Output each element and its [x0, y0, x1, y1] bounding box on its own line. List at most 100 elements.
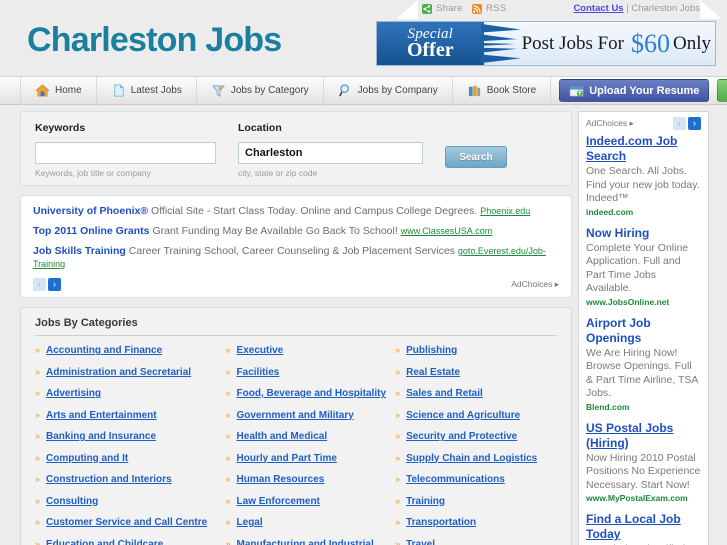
sidebar-ad[interactable]: Find a Local Job Today Search the Classi…: [586, 512, 701, 545]
category-link[interactable]: Education and Childcare: [46, 538, 163, 545]
sidebar-next-button[interactable]: ›: [688, 117, 701, 130]
category-item[interactable]: » Real Estate: [395, 366, 557, 379]
upload-resume-button[interactable]: Upload Your Resume: [559, 79, 710, 102]
category-item[interactable]: » Hourly and Part Time: [226, 452, 396, 465]
sidebar-ad[interactable]: Now Hiring Complete Your Online Applicat…: [586, 226, 701, 307]
category-item[interactable]: » Administration and Secretarial: [35, 366, 226, 379]
sidebar-ad-url[interactable]: www.JobsOnline.net: [586, 297, 701, 307]
category-link[interactable]: Computing and It: [46, 452, 128, 465]
category-item[interactable]: » Manufacturing and Industrial: [226, 538, 396, 545]
ad-title[interactable]: Job Skills Training: [33, 245, 126, 257]
sidebar-ad-title[interactable]: Now Hiring: [586, 226, 701, 241]
category-item[interactable]: » Human Resources: [226, 473, 396, 486]
category-item[interactable]: » Transportation: [395, 516, 557, 529]
location-input[interactable]: [238, 142, 423, 164]
nav-item-jobs-by-company[interactable]: Jobs by Company: [324, 76, 453, 105]
text-ad-row[interactable]: University of Phoenix® Official Site - S…: [33, 205, 559, 218]
category-link[interactable]: Telecommunications: [406, 473, 505, 486]
category-link[interactable]: Publishing: [406, 344, 457, 357]
sidebar-ad-url[interactable]: indeed.com: [586, 207, 701, 217]
employers-post-jobs-button[interactable]: Employers Post Jobs: [717, 79, 727, 102]
category-link[interactable]: Health and Medical: [237, 430, 328, 443]
category-link[interactable]: Travel: [406, 538, 435, 545]
category-item[interactable]: » Health and Medical: [226, 430, 396, 443]
category-link[interactable]: Accounting and Finance: [46, 344, 162, 357]
category-link[interactable]: Supply Chain and Logistics: [406, 452, 537, 465]
ad-title[interactable]: Top 2011 Online Grants: [33, 225, 150, 237]
nav-item-home[interactable]: Home: [20, 76, 97, 105]
sidebar-ad[interactable]: Indeed.com Job Search One Search. All Jo…: [586, 134, 701, 217]
sidebar-ad-title[interactable]: Find a Local Job Today: [586, 512, 701, 542]
nav-item-latest-jobs[interactable]: Latest Jobs: [97, 76, 197, 105]
category-item[interactable]: » Security and Protective: [395, 430, 557, 443]
category-item[interactable]: » Advertising: [35, 387, 226, 400]
category-link[interactable]: Law Enforcement: [237, 495, 320, 508]
category-link[interactable]: Advertising: [46, 387, 101, 400]
category-link[interactable]: Food, Beverage and Hospitality: [237, 387, 386, 400]
category-item[interactable]: » Consulting: [35, 495, 226, 508]
sidebar-ad-url[interactable]: www.MyPostalExam.com: [586, 493, 701, 503]
category-link[interactable]: Human Resources: [237, 473, 325, 486]
category-item[interactable]: » Education and Childcare: [35, 538, 226, 545]
category-link[interactable]: Science and Agriculture: [406, 409, 520, 422]
special-offer-banner[interactable]: Special Offer Post Jobs For $60 Only: [376, 21, 716, 66]
ads-prev-button[interactable]: ‹: [33, 278, 46, 291]
rss-button[interactable]: RSS: [472, 3, 506, 14]
category-link[interactable]: Customer Service and Call Centre: [46, 516, 207, 529]
category-item[interactable]: » Computing and It: [35, 452, 226, 465]
category-item[interactable]: » Government and Military: [226, 409, 396, 422]
category-link[interactable]: Security and Protective: [406, 430, 517, 443]
category-link[interactable]: Facilities: [237, 366, 280, 379]
contact-us-link[interactable]: Contact Us: [573, 3, 623, 14]
text-ad-row[interactable]: Top 2011 Online Grants Grant Funding May…: [33, 225, 559, 238]
sidebar-ad-title[interactable]: Airport Job Openings: [586, 316, 701, 346]
category-link[interactable]: Hourly and Part Time: [237, 452, 337, 465]
category-item[interactable]: » Science and Agriculture: [395, 409, 557, 422]
ads-next-button[interactable]: ›: [48, 278, 61, 291]
category-link[interactable]: Government and Military: [237, 409, 354, 422]
category-link[interactable]: Consulting: [46, 495, 98, 508]
category-item[interactable]: » Supply Chain and Logistics: [395, 452, 557, 465]
sidebar-ad[interactable]: US Postal Jobs (Hiring) Now Hiring 2010 …: [586, 421, 701, 504]
category-item[interactable]: » Training: [395, 495, 557, 508]
category-item[interactable]: » Law Enforcement: [226, 495, 396, 508]
site-logo[interactable]: Charleston Jobs: [27, 21, 282, 60]
category-link[interactable]: Manufacturing and Industrial: [237, 538, 374, 545]
category-item[interactable]: » Travel: [395, 538, 557, 545]
sidebar-adchoices-link[interactable]: AdChoices ▸: [586, 118, 634, 129]
sidebar-ad-title[interactable]: US Postal Jobs (Hiring): [586, 421, 701, 451]
sidebar-ad-title[interactable]: Indeed.com Job Search: [586, 134, 701, 164]
category-link[interactable]: Construction and Interiors: [46, 473, 172, 486]
ad-url[interactable]: Phoenix.edu: [480, 206, 530, 216]
share-button[interactable]: Share: [422, 3, 463, 14]
sidebar-ad-url[interactable]: Blend.com: [586, 402, 701, 412]
sidebar-prev-button[interactable]: ‹: [673, 117, 686, 130]
category-item[interactable]: » Telecommunications: [395, 473, 557, 486]
keywords-input[interactable]: [35, 142, 216, 164]
category-link[interactable]: Banking and Insurance: [46, 430, 156, 443]
category-link[interactable]: Training: [406, 495, 445, 508]
category-item[interactable]: » Sales and Retail: [395, 387, 557, 400]
category-link[interactable]: Legal: [237, 516, 263, 529]
category-item[interactable]: » Accounting and Finance: [35, 344, 226, 357]
text-ad-row[interactable]: Job Skills Training Career Training Scho…: [33, 245, 559, 271]
category-item[interactable]: » Construction and Interiors: [35, 473, 226, 486]
category-item[interactable]: » Legal: [226, 516, 396, 529]
nav-item-book-store[interactable]: Book Store: [453, 76, 552, 105]
category-link[interactable]: Real Estate: [406, 366, 460, 379]
ad-title[interactable]: University of Phoenix®: [33, 205, 148, 217]
category-link[interactable]: Sales and Retail: [406, 387, 483, 400]
search-button[interactable]: Search: [445, 146, 507, 168]
category-link[interactable]: Executive: [237, 344, 284, 357]
category-item[interactable]: » Publishing: [395, 344, 557, 357]
nav-item-jobs-by-category[interactable]: Jobs by Category: [197, 76, 324, 105]
category-item[interactable]: » Arts and Entertainment: [35, 409, 226, 422]
category-item[interactable]: » Customer Service and Call Centre: [35, 516, 226, 529]
category-link[interactable]: Administration and Secretarial: [46, 366, 191, 379]
sidebar-ad[interactable]: Airport Job Openings We Are Hiring Now! …: [586, 316, 701, 412]
category-item[interactable]: » Executive: [226, 344, 396, 357]
ad-url[interactable]: www.ClassesUSA.com: [401, 226, 493, 236]
category-item[interactable]: » Banking and Insurance: [35, 430, 226, 443]
category-item[interactable]: » Facilities: [226, 366, 396, 379]
category-link[interactable]: Transportation: [406, 516, 476, 529]
